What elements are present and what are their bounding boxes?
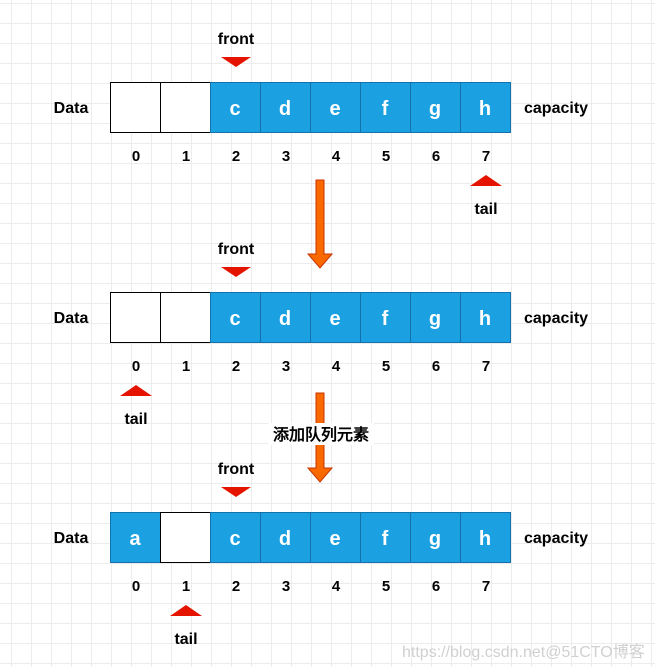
tail-label: tail [474,201,497,218]
row-label: Data [54,310,89,327]
cell-value: c [229,308,240,330]
cell-value: d [279,308,291,330]
index-label: 0 [132,148,140,165]
tail-pointer-icon [170,605,202,616]
index-label: 3 [282,148,290,165]
cell-value: g [429,528,441,550]
row-label: Data [54,530,89,547]
index-label: 2 [232,148,240,165]
index-label: 6 [432,358,440,375]
front-pointer-icon [221,267,251,277]
queue-diagram: Data capacity c d e f g h 0 1 2 3 4 5 6 7 front tail Data c… [54,31,645,661]
index-label: 2 [232,358,240,375]
transition-label: 添加队列元素 [273,425,369,444]
cell-value: f [382,98,389,120]
index-label: 6 [432,578,440,595]
capacity-label: capacity [524,530,588,547]
cell-value: c [229,528,240,550]
cell-value: e [329,98,340,120]
index-label: 5 [382,358,390,375]
cell-value: f [382,308,389,330]
cell-value: h [479,308,491,330]
index-label: 3 [282,358,290,375]
cell-value: e [329,308,340,330]
front-pointer-icon [221,487,251,497]
index-label: 7 [482,148,490,165]
front-label: front [218,241,255,258]
index-label: 2 [232,578,240,595]
index-label: 6 [432,148,440,165]
index-label: 5 [382,578,390,595]
index-label: 7 [482,358,490,375]
tail-label: tail [174,631,197,648]
tail-pointer-icon [470,175,502,186]
index-label: 1 [182,148,190,165]
index-label: 0 [132,358,140,375]
row-label: Data [54,100,89,117]
capacity-label: capacity [524,100,588,117]
index-label: 1 [182,358,190,375]
cell-value: c [229,98,240,120]
cell-value: e [329,528,340,550]
cell-value: f [382,528,389,550]
cell-value: g [429,98,441,120]
index-label: 0 [132,578,140,595]
array-cell [110,82,161,133]
index-label: 1 [182,578,190,595]
index-label: 4 [332,148,341,165]
cell-value: d [279,528,291,550]
watermark: https://blog.csdn.net@51CTO博客 [402,643,645,661]
index-label: 7 [482,578,490,595]
cell-value: g [429,308,441,330]
front-label: front [218,31,255,48]
down-arrow-icon [306,179,334,269]
array-cell [160,292,211,343]
front-label: front [218,461,255,478]
cell-value: h [479,98,491,120]
cell-value: d [279,98,291,120]
array-cell [110,292,161,343]
capacity-label: capacity [524,310,588,327]
cell-value: a [129,528,141,550]
tail-pointer-icon [120,385,152,396]
index-label: 3 [282,578,290,595]
front-pointer-icon [221,57,251,67]
index-label: 4 [332,358,341,375]
tail-label: tail [124,411,147,428]
array-cell [160,512,211,563]
cell-value: h [479,528,491,550]
index-label: 4 [332,578,341,595]
index-label: 5 [382,148,390,165]
array-cell [160,82,211,133]
